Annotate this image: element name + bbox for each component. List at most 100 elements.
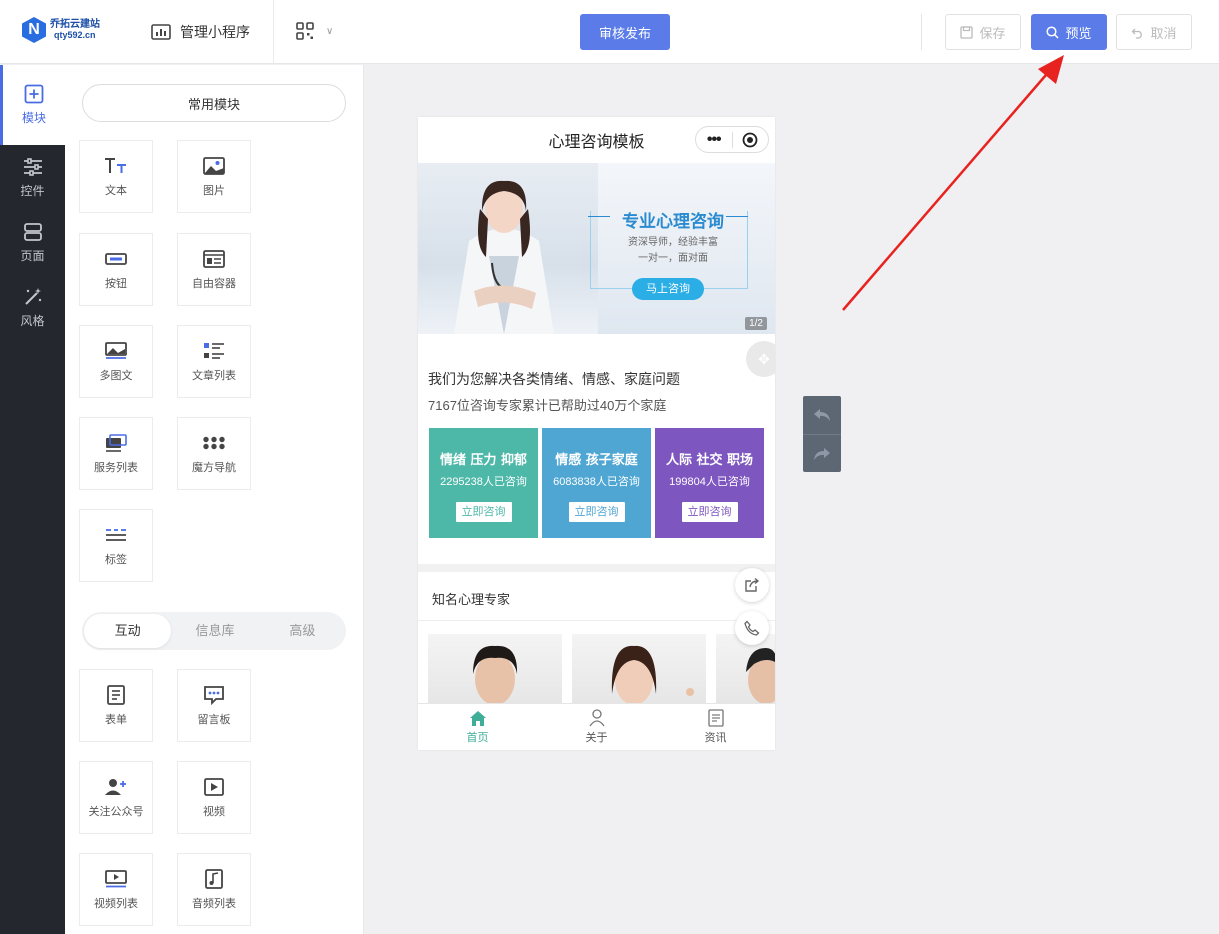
miniprogram-capsule: ••• — [695, 126, 769, 153]
close-target-icon[interactable] — [733, 132, 769, 148]
manage-miniprogram-link[interactable]: 管理小程序 — [151, 22, 250, 42]
manage-label: 管理小程序 — [180, 24, 250, 40]
move-handle-icon[interactable]: ✥ — [746, 341, 775, 377]
qrcode-dropdown[interactable]: ∨ — [296, 22, 333, 40]
share-button[interactable] — [735, 568, 769, 602]
tabbar-home[interactable]: 首页 — [418, 704, 537, 750]
module-container[interactable]: 自由容器 — [177, 233, 251, 306]
logo-mark-icon: N — [22, 17, 46, 43]
section-divider — [418, 564, 775, 572]
video-list-icon — [105, 870, 127, 888]
nav-item-pages[interactable]: 页面 — [0, 210, 65, 275]
module-multi-image[interactable]: 多图文 — [79, 325, 153, 398]
audio-list-icon — [205, 869, 223, 889]
save-icon — [960, 25, 974, 39]
module-grid-nav[interactable]: 魔方导航 — [177, 417, 251, 490]
redo-icon — [814, 447, 830, 460]
module-tag[interactable]: 标签 — [79, 509, 153, 582]
image-icon — [203, 157, 225, 175]
banner-consult-button[interactable]: 马上咨询 — [632, 278, 704, 300]
form-icon — [107, 685, 125, 705]
text-icon — [105, 158, 126, 173]
module-video[interactable]: 视频 — [177, 761, 251, 834]
message-board-icon — [204, 686, 224, 705]
experts-section-title: 知名心理专家 — [432, 592, 511, 607]
module-image[interactable]: 图片 — [177, 140, 251, 213]
brand-url: qty592.cn — [54, 30, 96, 40]
save-button[interactable]: 保存 — [945, 14, 1021, 50]
divider — [273, 0, 274, 64]
preview-button[interactable]: 预览 — [1031, 14, 1107, 50]
module-button[interactable]: 按钮 — [79, 233, 153, 306]
miniprogram-tabbar: 首页 关于 资讯 — [418, 703, 775, 750]
module-text[interactable]: 文本 — [79, 140, 153, 213]
tabbar-about[interactable]: 关于 — [537, 704, 656, 750]
undo-button[interactable] — [803, 396, 841, 434]
intro-heading: 我们为您解决各类情绪、情感、家庭问题 — [428, 371, 680, 387]
nav-label: 风格 — [20, 313, 45, 328]
search-icon — [1046, 25, 1060, 39]
nav-item-controls[interactable]: 控件 — [0, 145, 65, 210]
tag-icon — [106, 529, 126, 541]
chevron-down-icon: ∨ — [326, 25, 334, 37]
banner-subtitle: 一对一，面对面 — [638, 253, 708, 264]
tab-advanced[interactable]: 高级 — [259, 614, 346, 648]
news-icon — [707, 709, 724, 727]
consult-card[interactable]: 人际 社交 职场 199804人已咨询 立即咨询 — [655, 428, 764, 538]
expert-photo[interactable] — [428, 634, 562, 704]
nav-item-modules[interactable]: 模块 — [0, 65, 65, 145]
module-message-board[interactable]: 留言板 — [177, 669, 251, 742]
consult-card[interactable]: 情感 孩子家庭 6083838人已咨询 立即咨询 — [542, 428, 651, 538]
intro-subheading: 7167位咨询专家累计已帮助过40万个家庭 — [428, 398, 667, 413]
qrcode-icon — [296, 22, 314, 40]
common-modules-header[interactable]: 常用模块 — [82, 84, 346, 122]
history-controls — [803, 396, 841, 472]
page-icon — [23, 222, 42, 241]
cancel-label: 取消 — [1150, 25, 1177, 41]
banner-pager: 1/2 — [745, 317, 767, 330]
article-list-icon — [204, 343, 224, 359]
doctor-image — [454, 180, 554, 334]
phone-preview: 心理咨询模板 ••• 专业心理咨询 资深导师，经验丰富 一对一，面对面 马上咨询… — [418, 117, 775, 750]
expert-photo[interactable] — [716, 634, 775, 704]
sliders-icon — [23, 157, 42, 176]
module-service-list[interactable]: 服务列表 — [79, 417, 153, 490]
redo-button[interactable] — [803, 434, 841, 472]
magic-wand-icon — [24, 287, 41, 305]
tab-info-library[interactable]: 信息库 — [171, 614, 258, 648]
phone-call-button[interactable] — [735, 611, 769, 645]
nav-label: 页面 — [20, 248, 45, 263]
module-video-list[interactable]: 视频列表 — [79, 853, 153, 926]
publish-button[interactable]: 审核发布 — [580, 14, 670, 50]
undo-icon — [814, 409, 830, 421]
tabbar-news[interactable]: 资讯 — [656, 704, 775, 750]
consult-button[interactable]: 立即咨询 — [568, 502, 625, 522]
module-follow-account[interactable]: 关注公众号 — [79, 761, 153, 834]
plus-square-icon — [24, 84, 44, 104]
tab-interactive[interactable]: 互动 — [84, 614, 172, 648]
more-icon[interactable]: ••• — [696, 131, 732, 149]
banner-subtitle: 资深导师，经验丰富 — [628, 237, 718, 248]
brand-name: 乔拓云建站 — [50, 19, 100, 30]
nav-item-style[interactable]: 风格 — [0, 275, 65, 340]
button-icon — [105, 253, 127, 265]
module-article-list[interactable]: 文章列表 — [177, 325, 251, 398]
preview-label: 预览 — [1065, 25, 1092, 41]
share-icon — [745, 577, 760, 592]
phone-icon — [744, 620, 760, 636]
module-tabs: 互动 信息库 高级 — [82, 612, 346, 650]
consult-button[interactable]: 立即咨询 — [681, 502, 738, 522]
module-form[interactable]: 表单 — [79, 669, 153, 742]
left-nav: 模块 控件 页面 风格 — [0, 65, 65, 934]
module-audio-list[interactable]: 音频列表 — [177, 853, 251, 926]
banner-headline: 专业心理咨询 — [622, 212, 724, 231]
cancel-button[interactable]: 取消 — [1116, 14, 1192, 50]
nav-label: 模块 — [21, 111, 46, 125]
consult-button[interactable]: 立即咨询 — [455, 502, 512, 522]
video-icon — [204, 778, 224, 796]
expert-photo[interactable] — [572, 634, 706, 704]
consult-card[interactable]: 情绪 压力 抑郁 2295238人已咨询 立即咨询 — [429, 428, 538, 538]
banner-carousel[interactable]: 专业心理咨询 资深导师，经验丰富 一对一，面对面 马上咨询 1/2 — [418, 163, 775, 334]
brand-logo[interactable]: N 乔拓云建站 qty592.cn — [22, 17, 100, 43]
nav-label: 控件 — [20, 183, 45, 198]
